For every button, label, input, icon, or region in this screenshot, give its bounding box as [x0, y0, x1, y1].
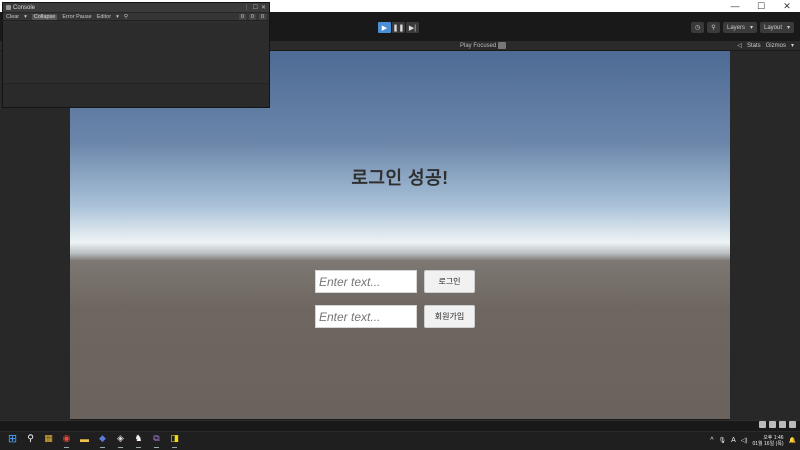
error-count-toggle[interactable]: 0	[258, 13, 266, 20]
username-input[interactable]	[315, 270, 417, 293]
console-log-list[interactable]	[3, 23, 269, 83]
play-controls: ▶ ❚❚ ▶|	[378, 22, 419, 33]
widgets-icon[interactable]: ▦	[42, 432, 55, 445]
info-count-toggle[interactable]: 0	[238, 13, 246, 20]
warning-count-toggle[interactable]: 0	[248, 13, 256, 20]
visual-studio-icon[interactable]: ⧉	[150, 432, 163, 448]
chevron-down-icon: ▾	[749, 25, 753, 31]
play-button[interactable]: ▶	[378, 22, 391, 33]
system-tray: ^ 🎙 A ◁) 오후 1:46 01월 16일 (목) 🔔	[710, 432, 796, 449]
console-tab[interactable]: Console	[6, 5, 35, 11]
layers-dropdown[interactable]: Layers ▾	[723, 22, 757, 33]
chevron-down-icon: ▾	[786, 25, 790, 31]
console-titlebar[interactable]: Console ⋮ ☐ ✕	[3, 3, 269, 12]
chevron-down-icon[interactable]: ▾	[791, 42, 794, 49]
console-icon	[6, 5, 11, 10]
history-icon[interactable]: ◷	[691, 22, 704, 33]
pause-button[interactable]: ❚❚	[392, 22, 405, 33]
minimize-button[interactable]: —	[722, 0, 748, 12]
windows-start-icon[interactable]: ⊞	[6, 432, 19, 445]
editor-dropdown[interactable]: Editor	[97, 14, 111, 20]
bug-icon[interactable]	[759, 421, 766, 428]
package-icon[interactable]	[769, 421, 776, 428]
console-toolbar: Clear ▾ Collapse Error Pause Editor ▾ ⚲ …	[3, 12, 269, 21]
microphone-icon[interactable]: 🎙	[719, 437, 727, 444]
spinner-icon	[789, 421, 796, 428]
password-input[interactable]	[315, 305, 417, 328]
search-icon[interactable]: ⚲	[24, 432, 37, 445]
layout-dropdown[interactable]: Layout ▾	[760, 22, 794, 33]
maximize-button[interactable]: ☐	[748, 0, 774, 12]
stats-button[interactable]: Stats	[747, 43, 761, 49]
file-explorer-icon[interactable]: ▬	[78, 432, 91, 445]
status-icons	[759, 421, 796, 428]
clock-date: 01월 16일 (목)	[752, 440, 784, 447]
search-icon[interactable]: ⚲	[707, 22, 720, 33]
maximize-icon[interactable]: ☐	[253, 4, 258, 11]
toolbar-right: ◷ ⚲ Layers ▾ Layout ▾	[691, 22, 794, 33]
search-icon[interactable]: ⚲	[124, 14, 128, 20]
unity-editor-icon[interactable]: ♞	[132, 432, 145, 448]
speaker-icon[interactable]: ◁	[737, 42, 742, 49]
mute-audio-icon[interactable]	[498, 42, 506, 49]
teams-icon[interactable]: ◆	[96, 432, 109, 448]
play-mode-dropdown[interactable]: Play Focused ▾	[460, 42, 502, 50]
more-options-icon[interactable]: ⋮	[244, 4, 250, 11]
step-button[interactable]: ▶|	[406, 22, 419, 33]
layers-label: Layers	[727, 24, 746, 31]
chevron-down-icon[interactable]: ▾	[116, 14, 119, 20]
console-window-controls: ⋮ ☐ ✕	[244, 4, 266, 11]
console-title: Console	[13, 4, 36, 11]
play-mode-label: Play Focused	[460, 42, 497, 49]
close-button[interactable]: ✕	[774, 0, 800, 12]
signup-button[interactable]: 회원가입	[424, 305, 475, 328]
unity-status-bar	[0, 420, 800, 431]
gizmos-button[interactable]: Gizmos	[766, 43, 786, 49]
ime-language-icon[interactable]: A	[731, 437, 736, 444]
chrome-icon[interactable]: ◉	[60, 432, 73, 448]
log-counts: 0 0 0	[238, 13, 266, 20]
console-window: Console ⋮ ☐ ✕ Clear ▾ Collapse Error Pau…	[2, 2, 270, 108]
window-controls: — ☐ ✕	[722, 0, 800, 12]
taskbar-apps: ⊞ ⚲ ▦ ◉ ▬ ◆ ◈ ♞ ⧉ ◨	[6, 432, 181, 448]
clear-button[interactable]: Clear	[6, 14, 19, 20]
login-success-title: 로그인 성공!	[351, 168, 449, 188]
notification-bell-icon[interactable]: 🔔	[789, 437, 796, 444]
layout-label: Layout	[764, 24, 783, 31]
game-view-right-tools: ◁ Stats Gizmos ▾	[737, 42, 794, 50]
volume-icon[interactable]: ◁)	[741, 437, 748, 444]
console-detail-pane[interactable]	[3, 84, 269, 107]
screen: — ☐ ✕ ▶ ❚❚ ▶| ◷ ⚲ Layers ▾ Layout ▾ Play…	[0, 0, 800, 450]
unity-hub-icon[interactable]: ◈	[114, 432, 127, 448]
error-pause-toggle[interactable]: Error Pause	[62, 14, 91, 20]
lighting-icon[interactable]	[779, 421, 786, 428]
close-icon[interactable]: ✕	[261, 4, 266, 11]
tray-overflow-icon[interactable]: ^	[710, 437, 713, 444]
collapse-toggle[interactable]: Collapse	[31, 13, 58, 20]
kakaotalk-icon[interactable]: ◨	[168, 432, 181, 448]
login-button[interactable]: 로그인	[424, 270, 475, 293]
chevron-down-icon[interactable]: ▾	[24, 14, 27, 20]
taskbar-clock[interactable]: 오후 1:46 01월 16일 (목)	[752, 435, 783, 447]
game-view-letterbox-right	[730, 51, 800, 420]
